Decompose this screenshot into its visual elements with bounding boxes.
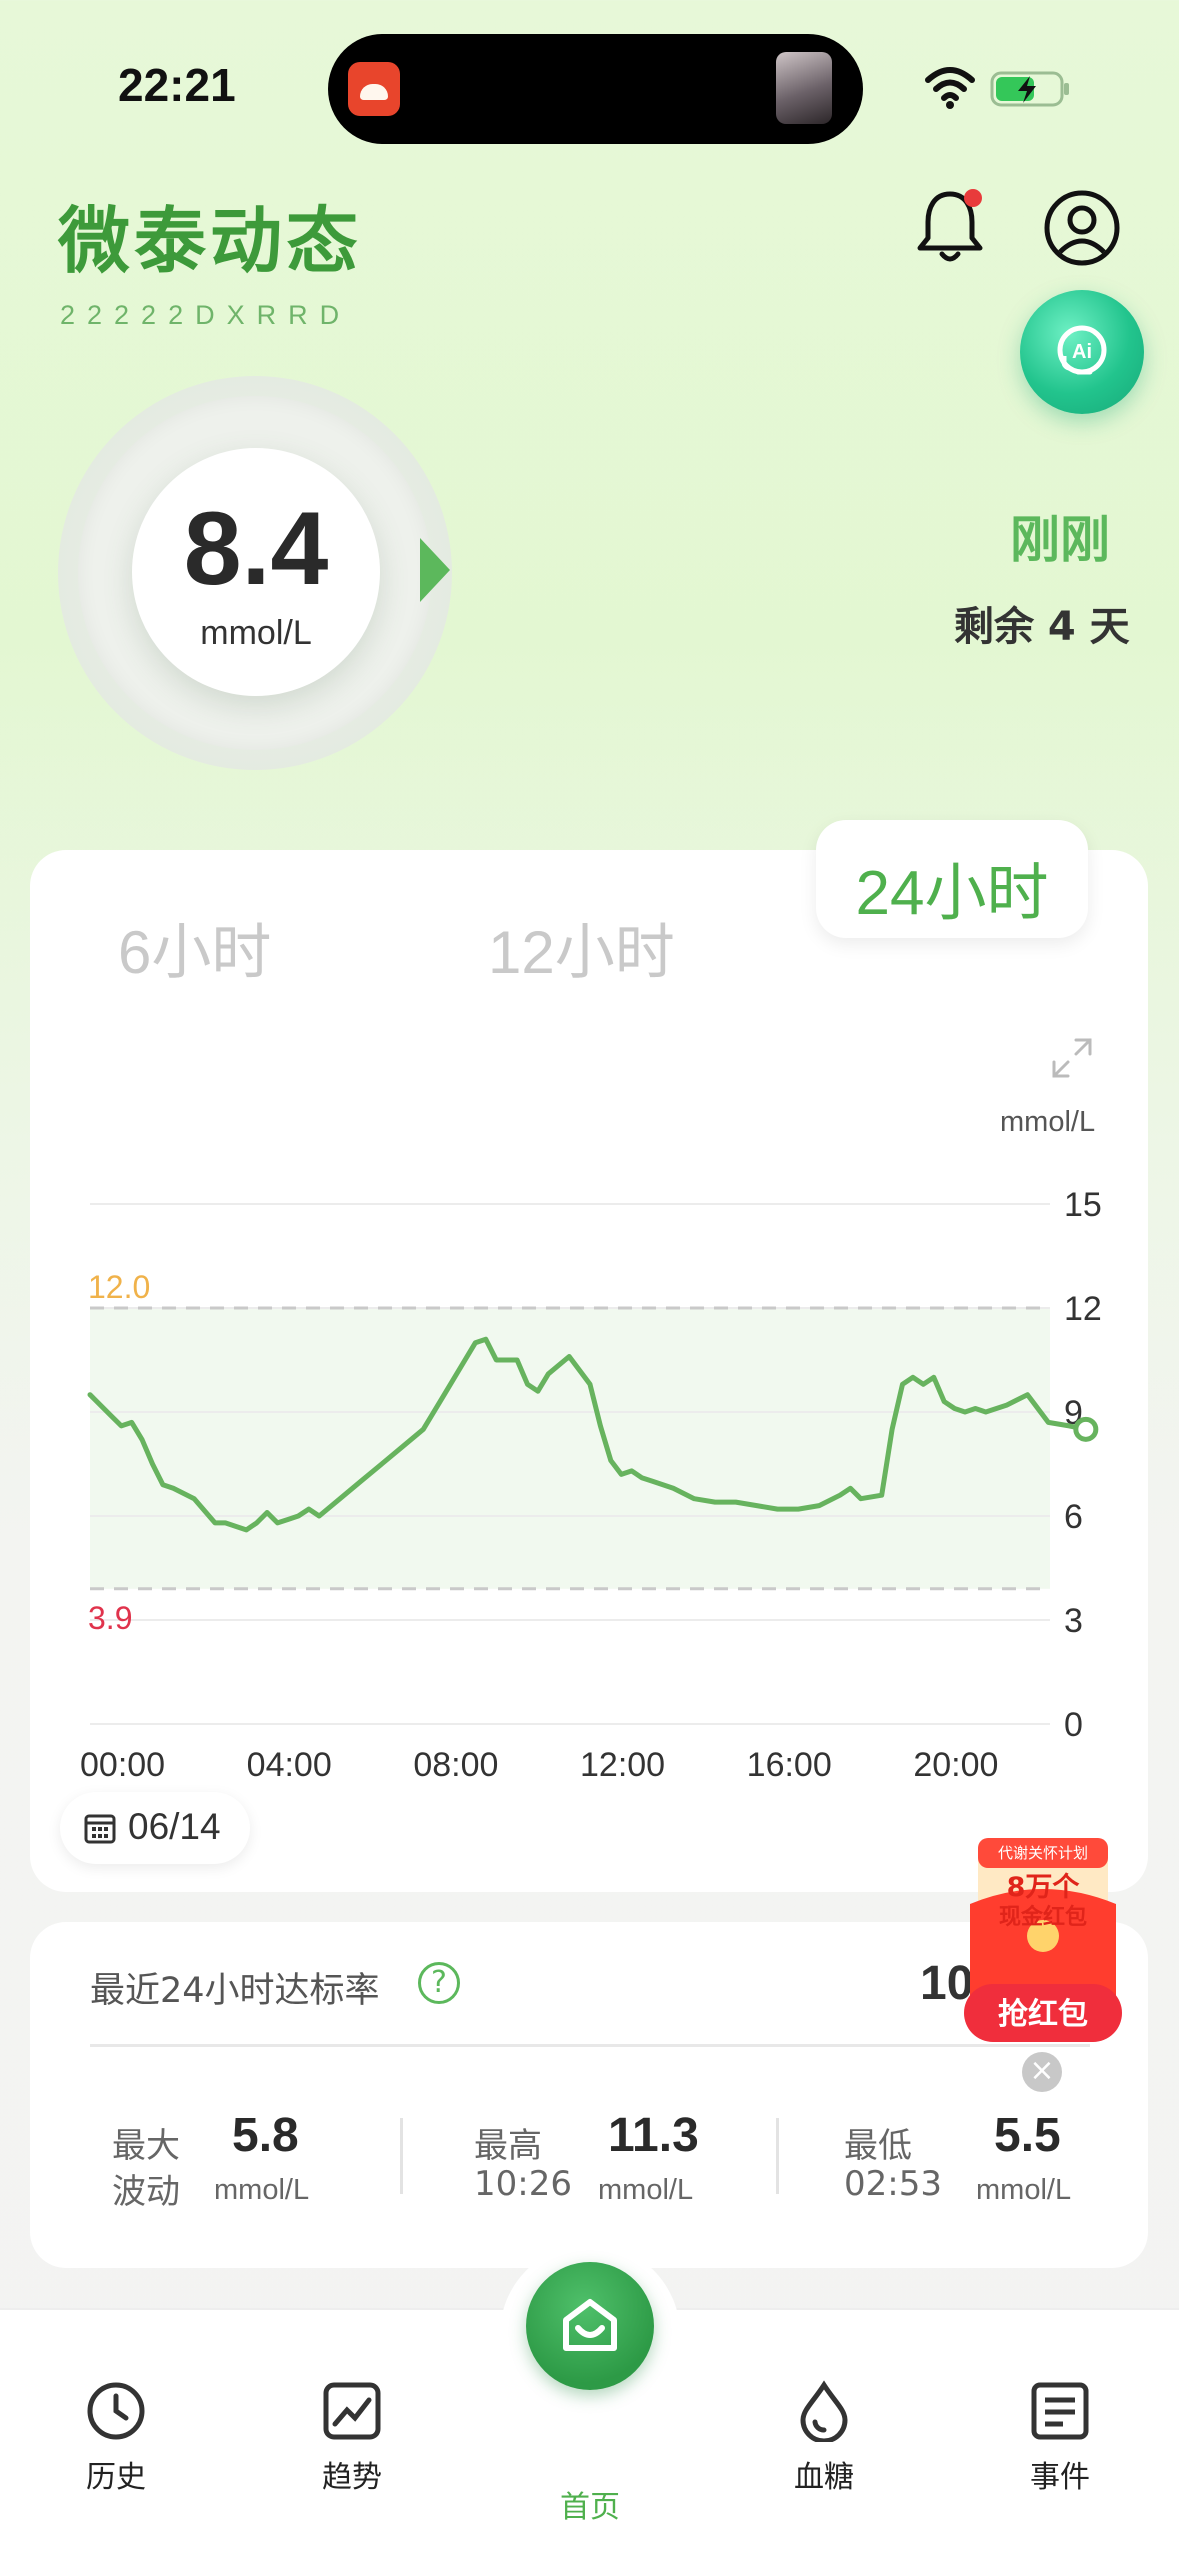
wifi-icon: [925, 67, 975, 109]
glucose-value: 8.4: [183, 491, 329, 607]
update-time: 刚刚: [1010, 511, 1110, 569]
status-time: 22:21: [118, 59, 236, 111]
stats-separator: [776, 2118, 779, 2194]
nav-trend-label: 趋势: [322, 2460, 382, 2495]
ai-assistant-icon: Ai: [1057, 325, 1107, 375]
target-rate-label: 最近24小时达标率: [90, 1971, 380, 2011]
promo-button: 抢红包: [998, 1997, 1088, 2032]
ai-assistant-button[interactable]: Ai: [1020, 290, 1144, 414]
lowest-time: 02:53: [844, 2164, 942, 2204]
glucose-unit: mmol/L: [200, 614, 312, 652]
tab-12h[interactable]: 12小时: [488, 904, 675, 991]
highest-label: 最高: [474, 2126, 542, 2166]
home-button[interactable]: [526, 2262, 654, 2390]
nav-trend[interactable]: 趋势: [282, 2380, 422, 2496]
promo-line1: 代谢关怀计划: [998, 1844, 1088, 1862]
trend-icon: [323, 2382, 381, 2440]
home-icon: [563, 2299, 617, 2351]
nav-home-label: 首页: [560, 2490, 620, 2525]
profile-icon[interactable]: [1042, 188, 1122, 268]
promo-line2: 8万个: [1007, 1872, 1081, 1903]
max-fluct-value: 5.8: [232, 2109, 299, 2162]
chart-card: [30, 850, 1148, 1892]
max-fluct-unit: mmol/L: [214, 2174, 310, 2206]
bell-icon[interactable]: [912, 184, 988, 268]
max-fluct-label-1: 最大: [112, 2126, 180, 2166]
calendar-icon: [84, 1814, 116, 1844]
sensor-remaining: 剩余 4 天: [954, 604, 1130, 650]
media-thumbnail[interactable]: [776, 52, 832, 124]
app-activity-icon[interactable]: [348, 62, 400, 116]
sensor-serial: 22222DXRRD: [60, 300, 352, 330]
nav-glucose[interactable]: 血糖: [754, 2380, 894, 2496]
highest-unit: mmol/L: [598, 2174, 694, 2206]
chart-y-unit: mmol/L: [1000, 1106, 1096, 1138]
highest-value: 11.3: [608, 2109, 699, 2162]
trend-arrow-icon: [420, 538, 450, 602]
date-picker[interactable]: 06/14: [60, 1792, 250, 1864]
stats-separator: [400, 2118, 403, 2194]
close-icon[interactable]: ×: [1022, 2052, 1062, 2092]
help-icon[interactable]: ?: [418, 1962, 460, 2004]
event-icon: [1031, 2382, 1089, 2440]
stats-divider: [90, 2044, 1090, 2047]
tab-24h[interactable]: 24小时: [816, 842, 1088, 932]
nav-history-label: 历史: [86, 2460, 146, 2495]
nav-history[interactable]: 历史: [46, 2380, 186, 2496]
battery-icon: [990, 71, 1069, 107]
nav-glucose-label: 血糖: [794, 2460, 854, 2495]
lowest-label: 最低: [844, 2126, 912, 2166]
tab-6h[interactable]: 6小时: [118, 904, 271, 991]
promo-line3: 现金红包: [999, 1904, 1087, 1930]
lowest-value: 5.5: [994, 2109, 1061, 2162]
blood-drop-icon: [800, 2380, 848, 2442]
red-packet-promo[interactable]: 代谢关怀计划 8万个 现金红包 抢红包: [958, 1834, 1128, 2044]
max-fluct-label-2: 波动: [112, 2172, 180, 2212]
lowest-unit: mmol/L: [976, 2174, 1072, 2206]
expand-icon[interactable]: [1050, 1036, 1094, 1080]
svg-text:Ai: Ai: [1072, 341, 1092, 363]
highest-time: 10:26: [474, 2164, 572, 2204]
date-label: 06/14: [128, 1806, 221, 1847]
app-title: 微泰动态: [58, 199, 363, 283]
nav-events[interactable]: 事件: [990, 2380, 1130, 2496]
history-icon: [87, 2382, 145, 2440]
nav-events-label: 事件: [1030, 2460, 1090, 2495]
nav-home[interactable]: 首页: [520, 2410, 660, 2526]
